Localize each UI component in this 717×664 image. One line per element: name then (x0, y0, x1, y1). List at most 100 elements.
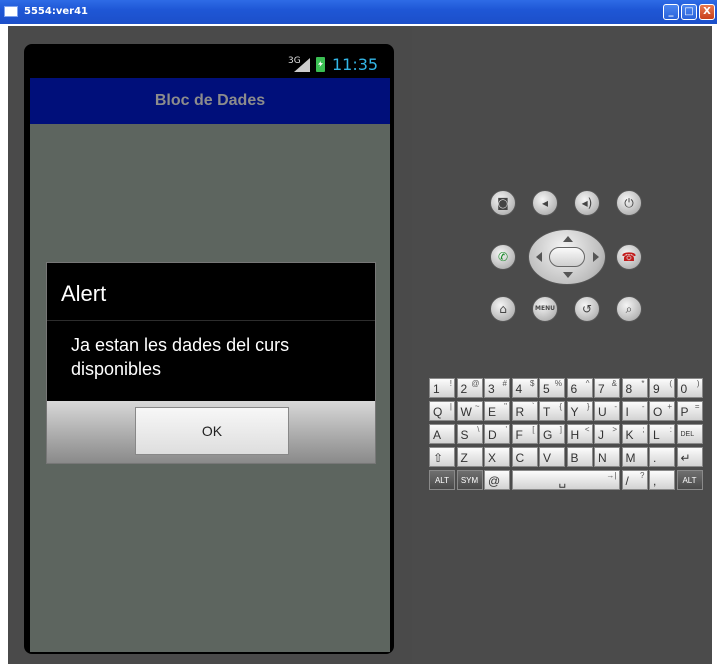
key-label: / (625, 474, 629, 488)
key-row4-0[interactable]: ⇧ (429, 447, 455, 467)
key-row4-4[interactable]: V (539, 447, 565, 467)
signal-icon (294, 58, 310, 72)
key-alt-label: | (449, 402, 452, 411)
key-row1-7[interactable]: 8 * (621, 378, 648, 398)
key-row1-2[interactable]: 3 # (484, 378, 510, 398)
key-label: ALT (434, 476, 450, 485)
key-alt-label: ( (669, 379, 672, 388)
camera-icon[interactable]: ◙ (490, 190, 516, 216)
key-row5-6[interactable]: ALT (676, 470, 703, 490)
key-row2-9[interactable]: P = (676, 401, 703, 421)
key-label: Q (433, 405, 443, 419)
key-row2-7[interactable]: I- (621, 401, 648, 421)
key-label: SYM (460, 476, 479, 485)
key-row1-8[interactable]: 9( (649, 378, 675, 398)
key-row3-0[interactable]: A (429, 424, 455, 444)
key-row1-5[interactable]: 6 ^ (566, 378, 593, 398)
key-row4-6[interactable]: N (594, 447, 620, 467)
key-alt-label: ! (449, 379, 452, 388)
dpad-center-button[interactable] (549, 247, 585, 267)
alert-dialog: Alert Ja estan les dades del curs dispon… (46, 262, 376, 464)
key-alt-label: } (586, 402, 590, 411)
key-row4-2[interactable]: X (484, 447, 510, 467)
dpad-down-icon[interactable] (563, 272, 573, 278)
key-row4-1[interactable]: Z (456, 447, 483, 467)
key-label: 4 (515, 382, 523, 396)
key-alt-label: " (504, 402, 507, 411)
ok-button[interactable]: OK (135, 407, 289, 455)
key-label: R (515, 405, 525, 419)
key-row4-3[interactable]: C (511, 447, 538, 467)
dialog-title: Alert (61, 281, 107, 306)
maximize-button[interactable]: □ (681, 4, 697, 20)
key-row1-4[interactable]: 5% (539, 378, 565, 398)
dpad[interactable] (528, 229, 606, 285)
key-row2-4[interactable]: T{ (539, 401, 565, 421)
key-row3-7[interactable]: K; (621, 424, 648, 444)
key-label: ↵ (680, 451, 691, 465)
key-label: B (570, 451, 579, 465)
menu-button[interactable]: MENU (532, 296, 558, 322)
key-row4-5[interactable]: B (566, 447, 593, 467)
end-call-icon[interactable]: ☎ (616, 244, 642, 270)
key-row1-9[interactable]: 0) (676, 378, 703, 398)
key-row4-8[interactable]: . (649, 447, 675, 467)
window-titlebar: 5554:ver41 _ □ X (0, 0, 717, 24)
emulator-skin-right (412, 26, 712, 664)
key-row3-9[interactable]: DEL (676, 424, 703, 444)
key-row3-3[interactable]: F[ (511, 424, 538, 444)
minimize-button[interactable]: _ (663, 4, 679, 20)
key-alt-label: - (614, 402, 617, 411)
search-icon[interactable]: ⌕ (616, 296, 642, 322)
key-row5-5[interactable]: , (649, 470, 675, 490)
volume-down-icon[interactable]: ◂ (532, 190, 558, 216)
key-row2-2[interactable]: E " (484, 401, 510, 421)
key-alt-label: \ (477, 425, 480, 434)
key-label: 1 (433, 382, 440, 396)
key-alt-label: ~ (474, 402, 480, 411)
key-row3-8[interactable]: L: (649, 424, 675, 444)
key-label: ALT (682, 476, 697, 485)
battery-icon (316, 57, 325, 72)
key-row2-5[interactable]: Y} (566, 401, 593, 421)
key-row4-7[interactable]: M (621, 447, 648, 467)
key-label: 5 (543, 382, 550, 396)
key-row5-1[interactable]: SYM (456, 470, 483, 490)
key-label: 9 (653, 382, 660, 396)
key-row3-4[interactable]: G] (539, 424, 565, 444)
home-icon[interactable]: ⌂ (490, 296, 516, 322)
dpad-up-icon[interactable] (563, 236, 573, 242)
key-alt-label: > (612, 425, 617, 434)
key-row3-5[interactable]: H < (566, 424, 593, 444)
key-row2-8[interactable]: O + (649, 401, 675, 421)
key-row2-1[interactable]: W ~ (456, 401, 483, 421)
key-alt-label: [ (532, 425, 535, 434)
key-row5-4[interactable]: /? (621, 470, 648, 490)
key-row3-6[interactable]: J > (594, 424, 620, 444)
key-row2-3[interactable]: R ` (511, 401, 538, 421)
volume-up-icon[interactable]: ◂) (574, 190, 600, 216)
key-row2-0[interactable]: Q | (429, 401, 455, 421)
dpad-right-icon[interactable] (593, 252, 599, 262)
key-row1-1[interactable]: 2 @ (456, 378, 483, 398)
back-icon[interactable]: ↺ (574, 296, 600, 322)
key-row3-2[interactable]: D ' (484, 424, 510, 444)
key-label: J (598, 428, 604, 442)
key-row4-9[interactable]: ↵ (676, 447, 703, 467)
key-row1-3[interactable]: 4 $ (511, 378, 538, 398)
key-row1-6[interactable]: 7 & (594, 378, 620, 398)
key-row5-2[interactable]: @ (484, 470, 510, 490)
key-alt-label: ` (531, 402, 535, 411)
key-row5-0[interactable]: ALT (429, 470, 455, 490)
key-label: F (515, 428, 523, 442)
key-label: M (625, 451, 636, 465)
power-icon[interactable]: ⏻ (616, 190, 642, 216)
dpad-left-icon[interactable] (536, 252, 542, 262)
call-icon[interactable]: ✆ (490, 244, 516, 270)
key-row3-1[interactable]: S \ (456, 424, 483, 444)
key-alt-label: * (641, 379, 645, 388)
key-row5-3[interactable]: ␣ →| (511, 470, 620, 490)
key-row1-0[interactable]: 1! (429, 378, 455, 398)
close-button[interactable]: X (699, 4, 715, 20)
key-row2-6[interactable]: U- (594, 401, 620, 421)
